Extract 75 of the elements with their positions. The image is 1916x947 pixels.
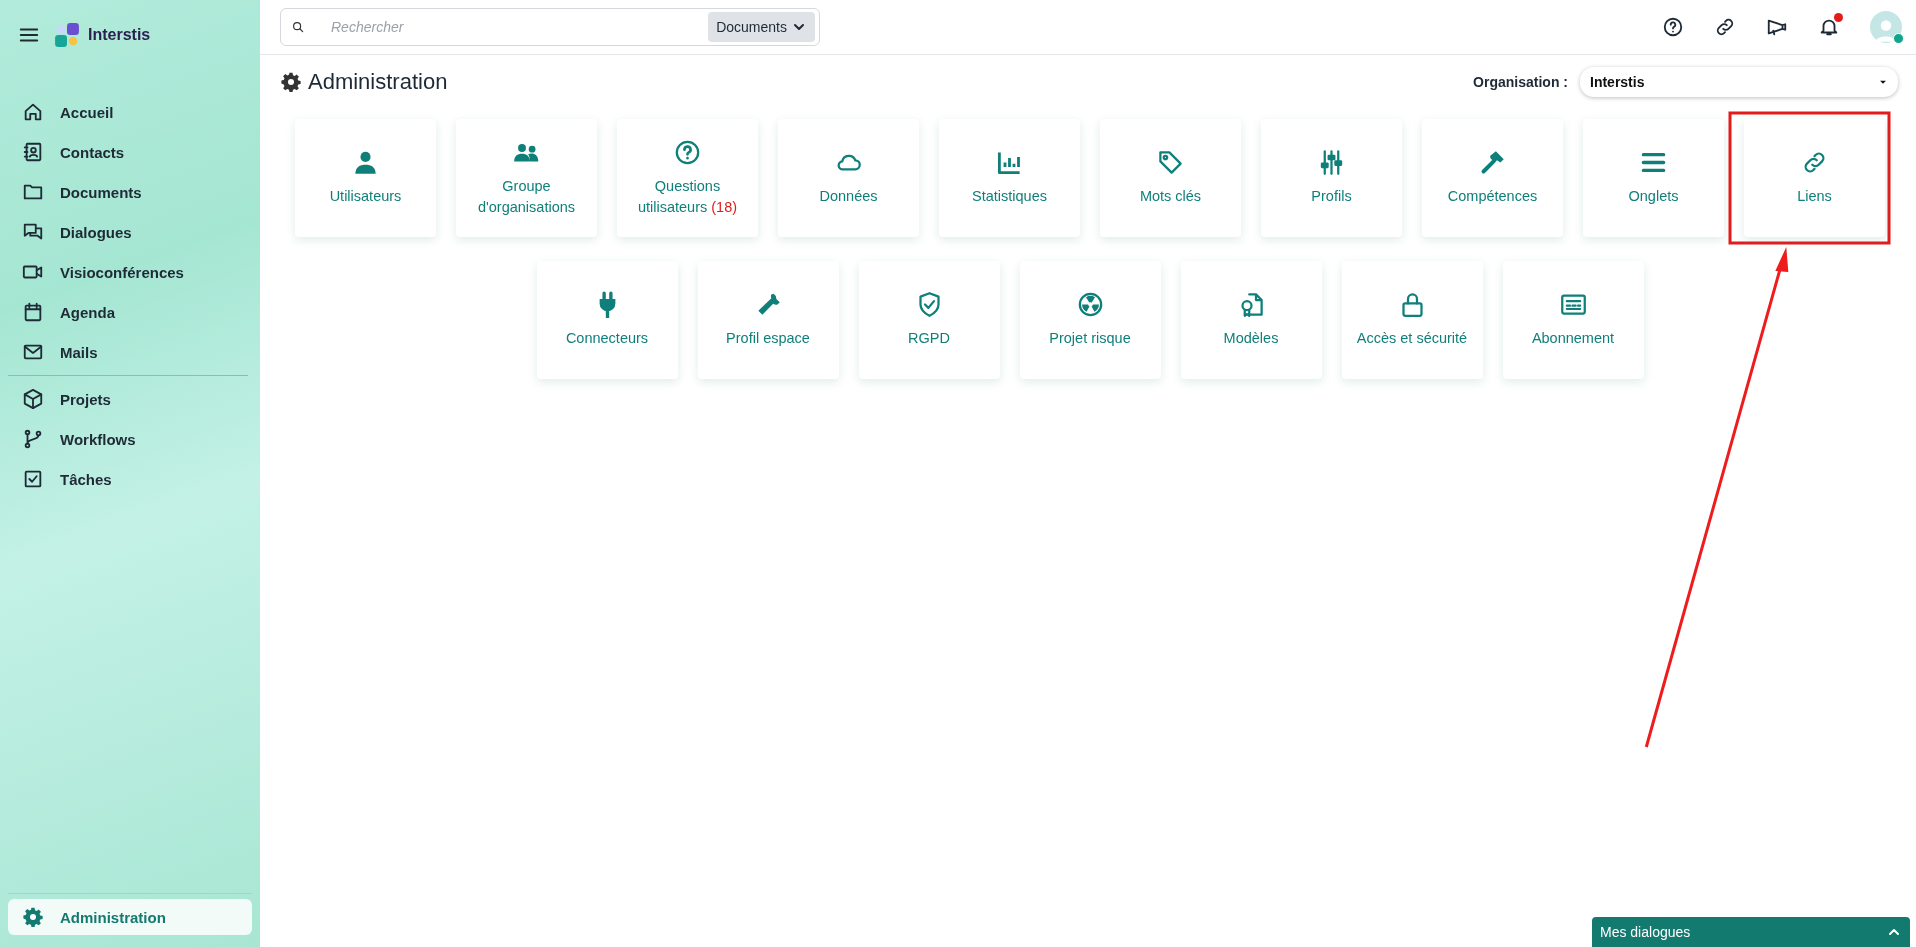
admin-tile[interactable]: Profil espace: [697, 261, 839, 379]
checkbox-icon: [22, 468, 44, 490]
tile-label: Onglets: [1628, 187, 1679, 207]
admin-tile[interactable]: Données: [778, 119, 919, 237]
tile-label: Questions utilisateurs (18): [636, 177, 739, 217]
tile-label: RGPD: [908, 329, 950, 349]
link-button[interactable]: [1714, 16, 1736, 38]
tile-label: Modèles: [1223, 329, 1279, 349]
notifications-button[interactable]: [1818, 16, 1840, 38]
tile-label: Données: [819, 187, 878, 207]
admin-tile[interactable]: Profils: [1261, 119, 1402, 237]
tag-icon: [1157, 149, 1184, 177]
dialogues-dock[interactable]: Mes dialogues: [1592, 917, 1910, 947]
organisation-label: Organisation :: [1473, 74, 1568, 90]
logo-icon: [54, 22, 80, 48]
tile-label: Connecteurs: [565, 329, 649, 349]
admin-tile[interactable]: Modèles: [1180, 261, 1322, 379]
tile-label: Abonnement: [1531, 329, 1615, 349]
sidebar-item[interactable]: Visioconférences: [8, 252, 252, 292]
tile-label: Profils: [1311, 187, 1352, 207]
tile-label: Projet risque: [1049, 329, 1131, 349]
contact-book-icon: [22, 141, 44, 163]
organisation-select[interactable]: Interstis: [1580, 67, 1898, 97]
sliders-icon: [1318, 149, 1345, 177]
radiation-icon: [1076, 291, 1104, 319]
sidebar-item[interactable]: Projets: [8, 379, 252, 419]
admin-tile[interactable]: Projet risque: [1019, 261, 1161, 379]
scope-dropdown[interactable]: Documents: [708, 12, 815, 42]
calendar-icon: [22, 301, 44, 323]
admin-tile[interactable]: Connecteurs: [536, 261, 678, 379]
sidebar-item[interactable]: Mails: [8, 332, 252, 372]
admin-tile[interactable]: RGPD: [858, 261, 1000, 379]
tile-label: Profil espace: [726, 329, 810, 349]
admin-tile[interactable]: Abonnement: [1502, 261, 1644, 379]
admin-tile[interactable]: Statistiques: [939, 119, 1080, 237]
admin-tile[interactable]: Groupe d'organisations: [456, 119, 597, 237]
sidebar-item[interactable]: Accueil: [8, 92, 252, 132]
tile-label: Groupe d'organisations: [476, 177, 577, 217]
help-button[interactable]: [1662, 16, 1684, 38]
admin-tile[interactable]: Mots clés: [1100, 119, 1241, 237]
search-icon: [291, 20, 305, 34]
gear-icon: [280, 71, 302, 93]
tile-label: Liens: [1797, 187, 1832, 207]
tile-label: Utilisateurs: [329, 187, 402, 207]
tile-label: Mots clés: [1139, 187, 1202, 207]
branch-icon: [22, 428, 44, 450]
sidebar-item[interactable]: Administration: [8, 899, 252, 935]
cube-icon: [22, 388, 44, 410]
admin-tile[interactable]: Liens: [1744, 119, 1885, 237]
home-icon: [22, 101, 44, 123]
sidebar-item[interactable]: Tâches: [8, 459, 252, 499]
admin-tile[interactable]: Onglets: [1583, 119, 1724, 237]
tile-label: Accès et sécurité: [1356, 329, 1468, 349]
tile-label: Compétences: [1447, 187, 1538, 207]
tile-label: Statistiques: [972, 187, 1047, 207]
link-icon: [1714, 16, 1736, 38]
person-icon: [352, 149, 379, 177]
help-icon: [1662, 16, 1684, 38]
sidebar-item[interactable]: Dialogues: [8, 212, 252, 252]
brand-name: Interstis: [88, 26, 151, 44]
admin-tile[interactable]: Accès et sécurité: [1341, 261, 1483, 379]
sidebar-item[interactable]: Agenda: [8, 292, 252, 332]
sidebar-item[interactable]: Contacts: [8, 132, 252, 172]
sidebar-item[interactable]: Workflows: [8, 419, 252, 459]
bar-chart-icon: [996, 149, 1023, 177]
page-title: Administration: [308, 69, 448, 95]
admin-tile[interactable]: Utilisateurs: [295, 119, 436, 237]
user-avatar[interactable]: [1870, 11, 1902, 43]
hammer-icon: [1479, 149, 1506, 177]
gear-icon: [22, 906, 44, 928]
admin-tile[interactable]: Questions utilisateurs (18): [617, 119, 758, 237]
search-field[interactable]: Rechercher Documents: [280, 8, 820, 46]
question-circle-icon: [674, 139, 701, 167]
admin-tile[interactable]: Compétences: [1422, 119, 1563, 237]
sidebar-item[interactable]: Documents: [8, 172, 252, 212]
